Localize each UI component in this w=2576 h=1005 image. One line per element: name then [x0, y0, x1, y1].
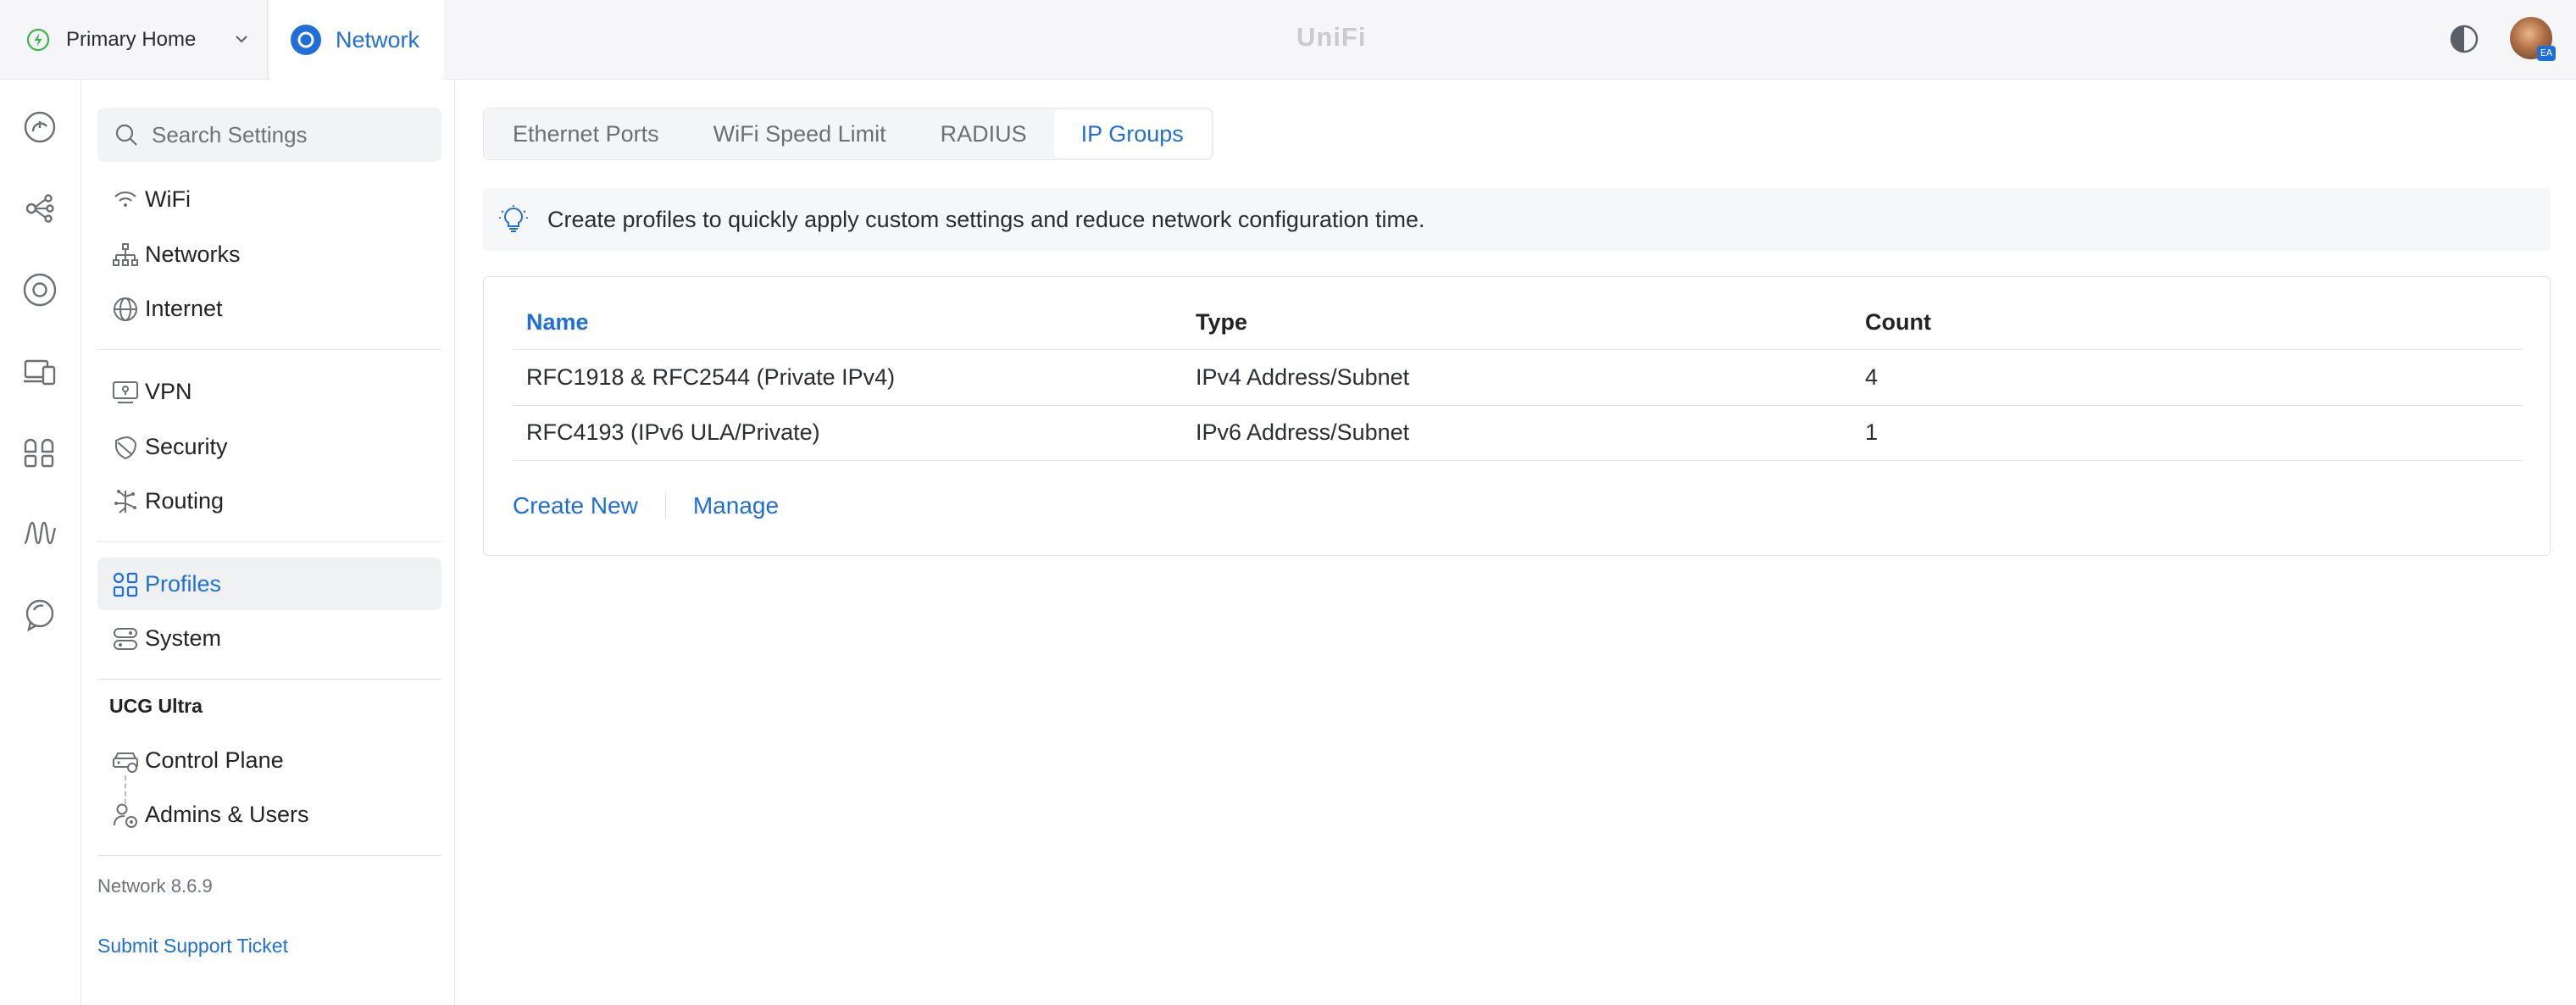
tab-ethernet-ports[interactable]: Ethernet Ports — [486, 110, 686, 158]
sidebar-item-label: VPN — [145, 378, 192, 404]
info-banner-text: Create profiles to quickly apply custom … — [547, 206, 1425, 232]
sidebar-item-vpn[interactable]: VPN — [97, 365, 441, 418]
sidebar-item-routing[interactable]: Routing — [97, 475, 441, 527]
cell-name: RFC1918 & RFC2544 (Private IPv4) — [526, 364, 896, 390]
table-actions: Create New Manage — [513, 492, 779, 519]
insights-icon[interactable] — [20, 514, 59, 553]
action-separator — [664, 493, 666, 519]
column-header-count[interactable]: Count — [1865, 309, 1931, 336]
devices-icon[interactable] — [20, 270, 59, 309]
innerspace-icon[interactable] — [20, 596, 59, 635]
column-header-name[interactable]: Name — [526, 309, 589, 336]
wifi-icon — [114, 191, 136, 207]
sidebar-divider — [97, 541, 441, 542]
sidebar-item-label: System — [145, 625, 222, 651]
sidebar-divider — [97, 679, 441, 680]
routing-icon — [114, 490, 136, 514]
app-name: Network — [336, 26, 420, 53]
tab-ip-groups[interactable]: IP Groups — [1053, 110, 1211, 158]
system-icon — [114, 628, 137, 650]
networks-icon — [113, 243, 138, 266]
info-banner: Create profiles to quickly apply custom … — [483, 188, 2551, 251]
globe-icon — [114, 297, 137, 321]
chevron-down-icon — [236, 36, 247, 43]
topology-icon[interactable] — [20, 189, 59, 228]
control-plane-icon — [113, 752, 138, 773]
device-section-title: UCG Ultra — [109, 695, 203, 717]
sidebar-item-label: Networks — [145, 241, 241, 267]
network-app-icon — [291, 25, 321, 55]
theme-toggle-icon[interactable] — [2447, 22, 2481, 56]
sidebar-item-label: Control Plane — [145, 747, 284, 773]
unifi-logo: UniFi — [1296, 22, 1367, 52]
cell-type: IPv6 Address/Subnet — [1196, 419, 1410, 445]
dashboard-icon[interactable] — [20, 108, 59, 147]
sidebar-item-label: Internet — [145, 295, 223, 321]
lightbulb-icon — [499, 205, 528, 232]
sidebar-item-system[interactable]: System — [97, 612, 441, 664]
site-switcher[interactable]: Primary Home — [0, 0, 268, 80]
vpn-icon — [113, 381, 138, 403]
sidebar-item-admins-users[interactable]: Admins & Users — [97, 788, 441, 841]
cell-type: IPv4 Address/Subnet — [1196, 364, 1410, 390]
tab-radius[interactable]: RADIUS — [913, 110, 1054, 158]
sidebar-divider — [97, 855, 441, 856]
sidebar-item-label: Profiles — [145, 570, 222, 597]
cell-count: 4 — [1865, 364, 1879, 390]
create-new-button[interactable]: Create New — [513, 492, 638, 519]
tab-wifi-speed-limit[interactable]: WiFi Speed Limit — [686, 110, 913, 158]
sidebar-item-wifi[interactable]: WiFi — [97, 173, 441, 225]
search-input[interactable] — [152, 121, 431, 148]
app-version: Network 8.6.9 — [97, 875, 213, 897]
app-nav-rail — [0, 81, 81, 1005]
user-avatar[interactable]: EA — [2510, 17, 2556, 61]
shield-icon — [115, 436, 137, 460]
table-row[interactable]: RFC1918 & RFC2544 (Private IPv4) IPv4 Ad… — [513, 351, 2523, 406]
sidebar-item-label: Routing — [145, 487, 225, 514]
table-row[interactable]: RFC4193 (IPv6 ULA/Private) IPv6 Address/… — [513, 406, 2523, 461]
profile-tabs: Ethernet Ports WiFi Speed Limit RADIUS I… — [483, 108, 1213, 160]
sidebar-item-label: Security — [145, 433, 228, 459]
app-tab-network[interactable]: Network — [269, 0, 444, 80]
profiles-icon — [113, 572, 138, 597]
admins-icon — [114, 803, 137, 828]
column-header-type[interactable]: Type — [1196, 309, 1247, 336]
sidebar-item-networks[interactable]: Networks — [97, 228, 441, 280]
site-name: Primary Home — [66, 28, 197, 51]
avatar-initials: EA — [2537, 46, 2556, 61]
sidebar-item-control-plane[interactable]: Control Plane — [97, 734, 441, 786]
submit-support-ticket-link[interactable]: Submit Support Ticket — [97, 935, 288, 958]
cell-count: 1 — [1865, 419, 1879, 445]
table-header: Name Type Count — [513, 309, 2523, 350]
clients-icon[interactable] — [20, 352, 59, 391]
site-status-icon — [26, 28, 50, 52]
sidebar-item-label: Admins & Users — [145, 801, 309, 827]
search-box[interactable] — [97, 108, 441, 162]
settings-sidebar: WiFi Networks Internet VPN — [82, 81, 455, 1005]
sidebar-item-profiles[interactable]: Profiles — [97, 558, 441, 610]
sidebar-item-security[interactable]: Security — [97, 420, 441, 473]
cell-name: RFC4193 (IPv6 ULA/Private) — [526, 419, 820, 445]
ip-groups-card: Name Type Count RFC1918 & RFC2544 (Priva… — [483, 276, 2551, 556]
search-icon — [115, 124, 137, 146]
sidebar-divider — [97, 349, 441, 350]
apps-icon[interactable] — [20, 433, 59, 472]
sidebar-item-internet[interactable]: Internet — [97, 282, 441, 335]
sidebar-item-label: WiFi — [145, 186, 191, 212]
top-bar: Primary Home Network UniFi EA — [0, 0, 2576, 80]
manage-button[interactable]: Manage — [693, 492, 779, 519]
